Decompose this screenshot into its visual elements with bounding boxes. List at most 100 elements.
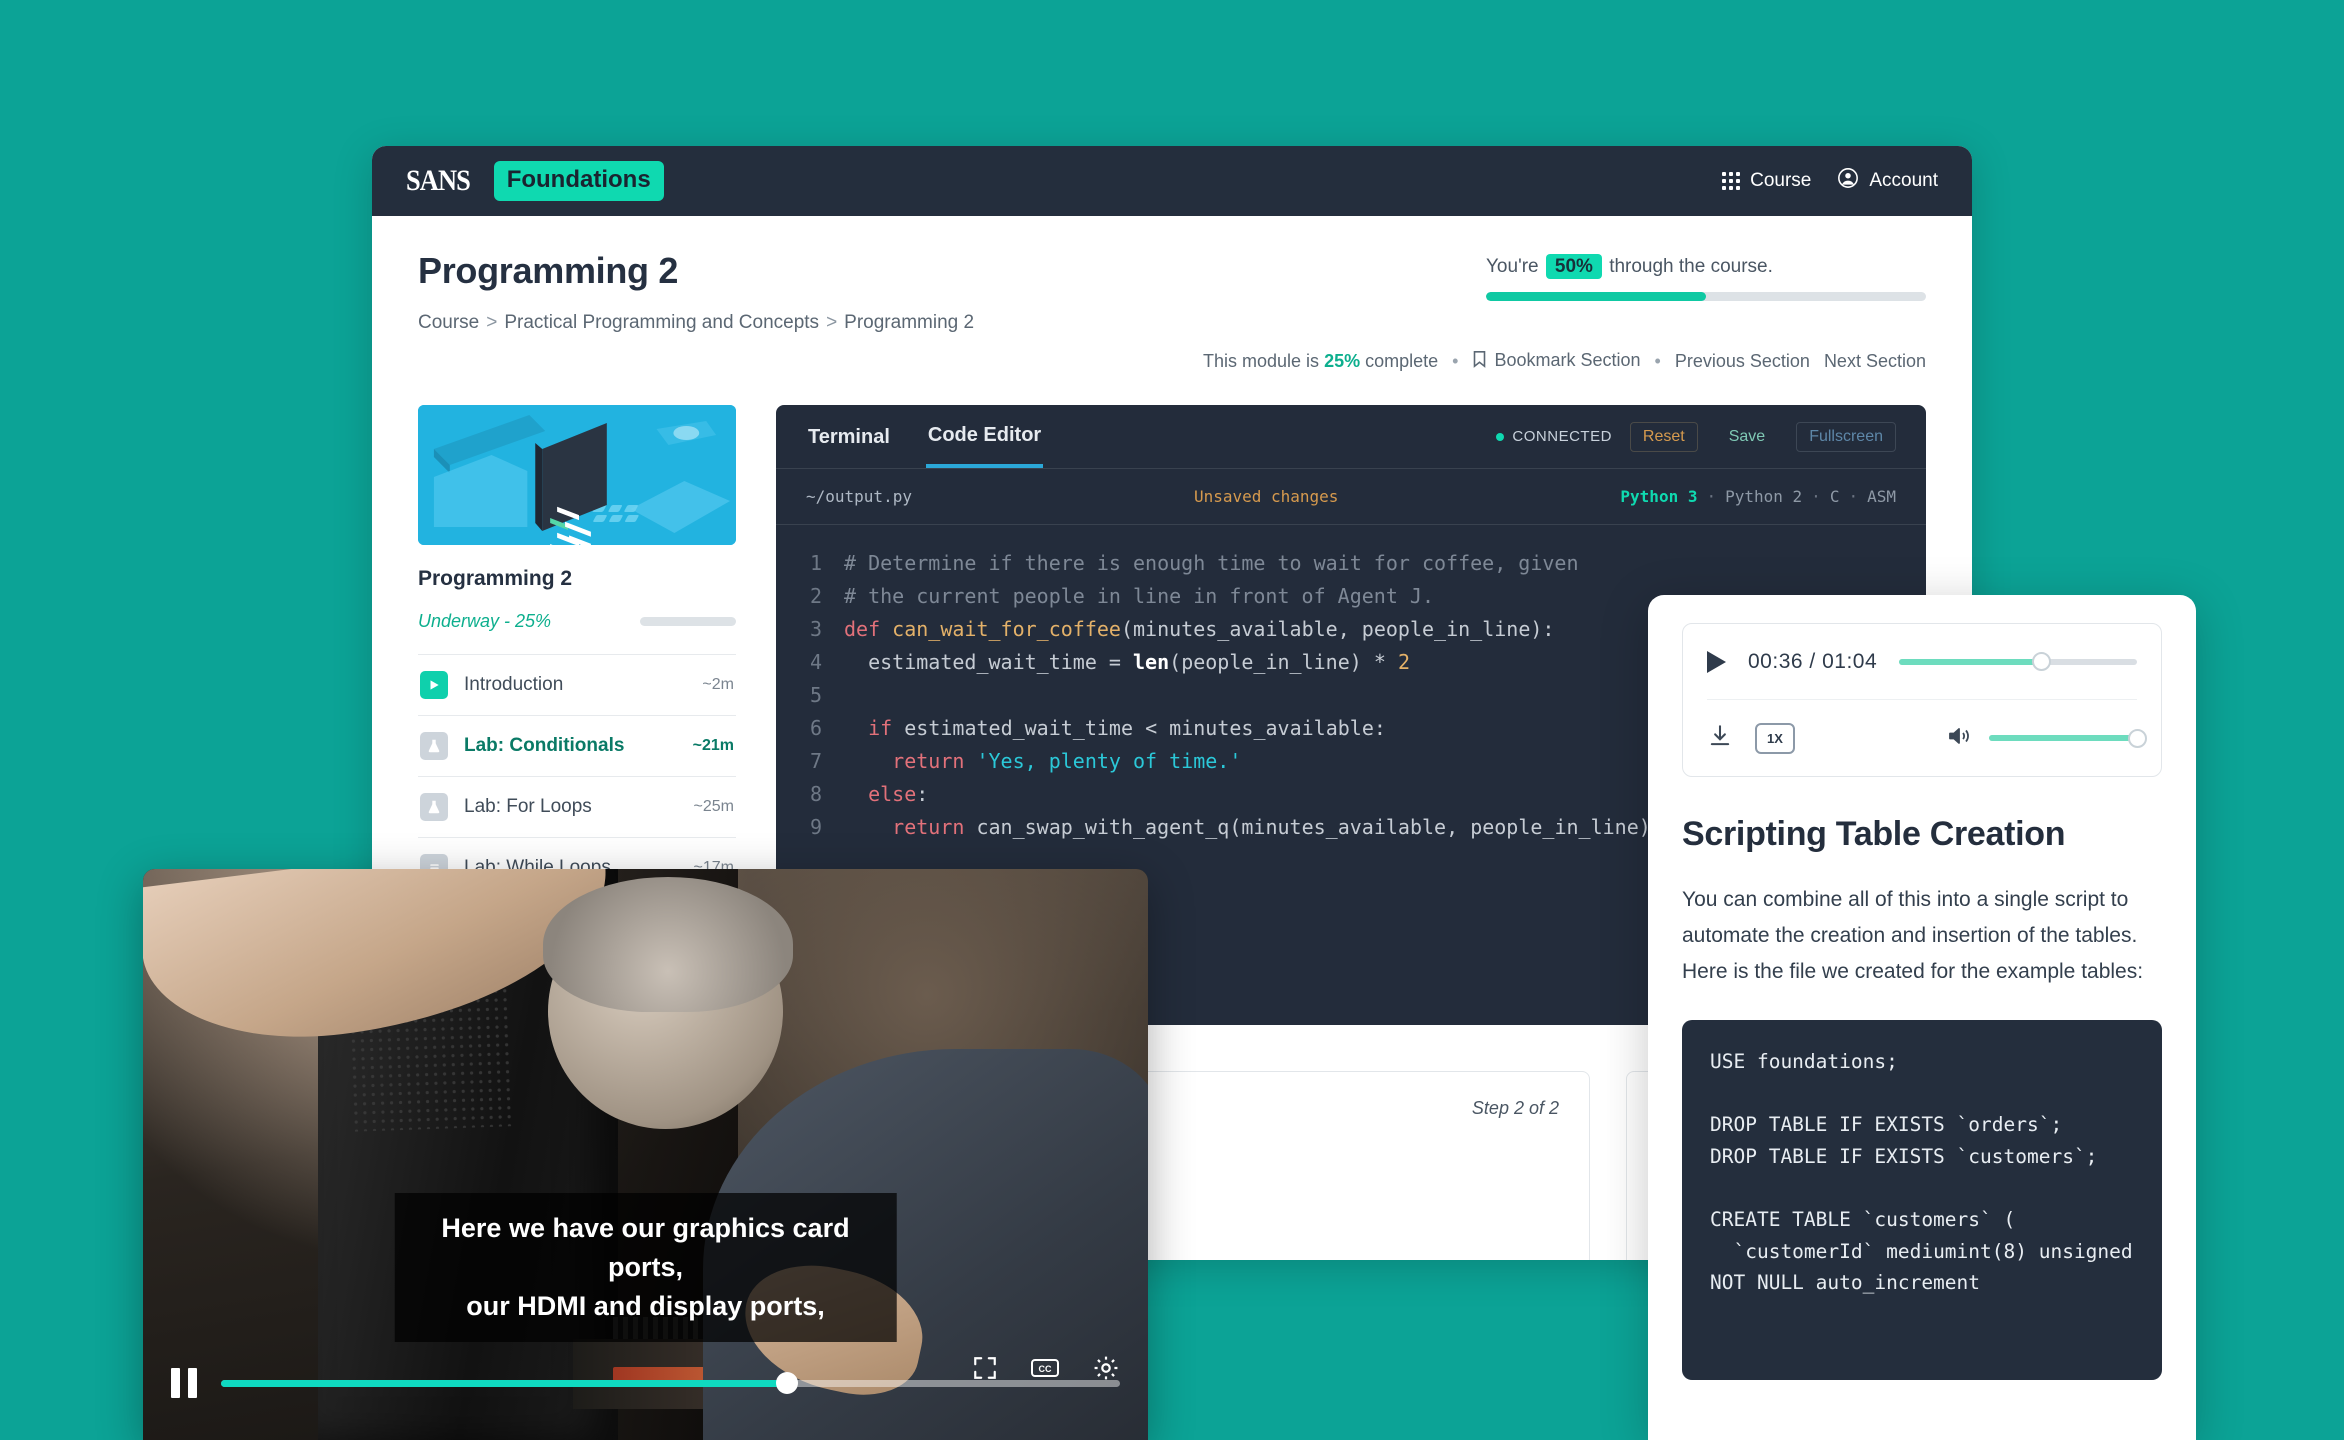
volume-knob[interactable]: [2127, 728, 2147, 748]
language-option[interactable]: C: [1830, 487, 1840, 506]
sidebar-status-row: Underway - 25%: [418, 611, 736, 632]
lang-separator: ·: [1706, 487, 1717, 506]
course-progress-percent: 50%: [1545, 254, 1602, 279]
nav-course[interactable]: Course: [1722, 170, 1811, 192]
audio-time-separator: /: [1809, 649, 1816, 673]
sidebar-module-title: Programming 2: [418, 567, 573, 590]
flask-icon: [420, 793, 448, 821]
connection-status-label: CONNECTED: [1512, 428, 1612, 445]
article-code-block: USE foundations; DROP TABLE IF EXISTS `o…: [1682, 1020, 2162, 1381]
line-content: # Determine if there is enough time to w…: [844, 551, 1579, 575]
audio-player: 00:36 / 01:04 1X: [1682, 623, 2162, 777]
brand-name: SANS: [406, 164, 471, 197]
unsaved-changes-label: Unsaved changes: [1193, 487, 1339, 506]
status-dot-icon: [1496, 432, 1505, 441]
play-icon: [420, 671, 448, 699]
bookmark-section-link[interactable]: Bookmark Section: [1472, 350, 1641, 373]
download-icon[interactable]: [1707, 723, 1733, 754]
line-number: 9: [809, 815, 822, 839]
svg-text:CC: CC: [1039, 1364, 1052, 1374]
previous-section-link[interactable]: Previous Section: [1675, 351, 1810, 372]
lesson-label: Lab: For Loops: [464, 796, 592, 817]
pause-icon[interactable]: [171, 1368, 197, 1398]
breadcrumb-item-2[interactable]: Programming 2: [844, 312, 974, 333]
audio-transport-row: 00:36 / 01:04: [1707, 624, 2137, 700]
lesson-duration: ~2m: [702, 676, 734, 693]
subnav-dot: •: [1654, 351, 1661, 371]
volume-fill: [1989, 735, 2137, 741]
brand-product: Foundations: [493, 161, 664, 201]
language-option[interactable]: ASM: [1867, 487, 1896, 506]
page-header: Programming 2 Course > Practical Programmi…: [418, 250, 1926, 334]
volume-icon[interactable]: [1947, 724, 1973, 753]
audio-progress-knob[interactable]: [2032, 652, 2052, 671]
course-progress-block: You're 50% through the course.: [1486, 250, 1926, 301]
line-number: 1: [809, 551, 822, 575]
editor-subbar: ~/output.py Unsaved changes Python 3 · Pyt…: [776, 469, 1926, 525]
breadcrumb: Course > Practical Programming and Concept…: [418, 312, 974, 334]
cc-icon[interactable]: CC: [1030, 1356, 1060, 1385]
tab-code-editor[interactable]: Code Editor: [925, 406, 1044, 468]
module-thumbnail[interactable]: [418, 405, 736, 545]
gear-icon[interactable]: [1092, 1354, 1120, 1387]
lang-separator: ·: [1811, 487, 1821, 506]
line-number: 3: [809, 617, 822, 641]
page-title: Programming 2: [418, 250, 679, 291]
account-circle-icon: [1837, 167, 1859, 195]
volume-controls: [1947, 724, 2147, 753]
language-option[interactable]: Python 3: [1620, 487, 1697, 506]
breadcrumb-item-0[interactable]: Course: [418, 312, 479, 333]
lesson-item[interactable]: Lab: For Loops ~25m: [418, 776, 736, 837]
lesson-duration: ~25m: [693, 798, 734, 815]
line-number: 4: [809, 650, 822, 674]
line-number: 2: [809, 584, 822, 608]
lesson-label: Lab: Conditionals: [464, 735, 625, 756]
language-selector: Python 3 · Python 2 · C · ASM: [1620, 487, 1896, 506]
article-title: Scripting Table Creation: [1682, 815, 2066, 853]
fullscreen-icon[interactable]: [972, 1355, 998, 1386]
sidebar-status: Underway - 25%: [418, 611, 552, 631]
breadcrumb-sep: >: [486, 312, 498, 333]
fullscreen-button[interactable]: Fullscreen: [1796, 421, 1896, 452]
reset-button[interactable]: Reset: [1629, 421, 1698, 452]
editor-tabs: Terminal Code Editor CONNECTED Reset Sav…: [776, 405, 1926, 469]
article-panel: 00:36 / 01:04 1X Scripting Table Creatio…: [1648, 595, 2196, 1440]
nav-account[interactable]: Account: [1837, 167, 1938, 195]
breadcrumb-item-1[interactable]: Practical Programming and Concepts: [504, 312, 819, 333]
tab-terminal[interactable]: Terminal: [806, 408, 892, 466]
grid-apps-icon: [1722, 172, 1741, 190]
top-nav-actions: Course Account: [1722, 167, 1938, 195]
lesson-item[interactable]: Lab: Conditionals ~21m: [418, 715, 736, 776]
play-icon[interactable]: [1707, 650, 1726, 673]
bookmark-icon: [1472, 350, 1487, 373]
line-number: 5: [809, 683, 822, 707]
lesson-duration: ~21m: [692, 737, 734, 754]
lesson-item[interactable]: Introduction ~2m: [418, 654, 736, 715]
module-complete-text: This module is 25% complete: [1203, 351, 1438, 372]
brand-logo[interactable]: SANS Foundations: [406, 161, 664, 201]
isometric-computer-code-illustration: [418, 405, 736, 545]
save-button[interactable]: Save: [1716, 422, 1778, 452]
video-progress-fill: [221, 1379, 788, 1387]
audio-progress-slider[interactable]: [1899, 652, 2137, 671]
person-hair: [543, 877, 793, 1012]
playback-speed-button[interactable]: 1X: [1755, 722, 1795, 754]
volume-slider[interactable]: [1989, 728, 2147, 748]
audio-options-row: 1X: [1707, 700, 2147, 776]
lesson-label: Introduction: [464, 674, 564, 695]
module-complete-suffix: complete: [1365, 351, 1439, 371]
audio-time: 00:36 / 01:04: [1748, 650, 1877, 674]
line-number: 6: [809, 716, 822, 740]
audio-progress-fill: [1899, 658, 2042, 665]
audio-total-time: 01:04: [1822, 649, 1878, 673]
video-player: Here we have our graphics card ports, ou…: [143, 869, 1148, 1440]
code-line: 1 # Determine if there is enough time to …: [776, 547, 1926, 580]
course-progress-bar-fill: [1486, 292, 1706, 301]
language-option[interactable]: Python 2: [1725, 487, 1802, 506]
nav-course-label: Course: [1750, 170, 1812, 191]
next-section-link[interactable]: Next Section: [1824, 351, 1926, 372]
video-progress-knob[interactable]: [776, 1372, 799, 1394]
section-subnav: This module is 25% complete • Bookmark S…: [418, 350, 1926, 373]
course-progress-prefix: You're: [1486, 256, 1539, 277]
editor-actions: CONNECTED Reset Save Fullscreen: [1496, 421, 1896, 452]
